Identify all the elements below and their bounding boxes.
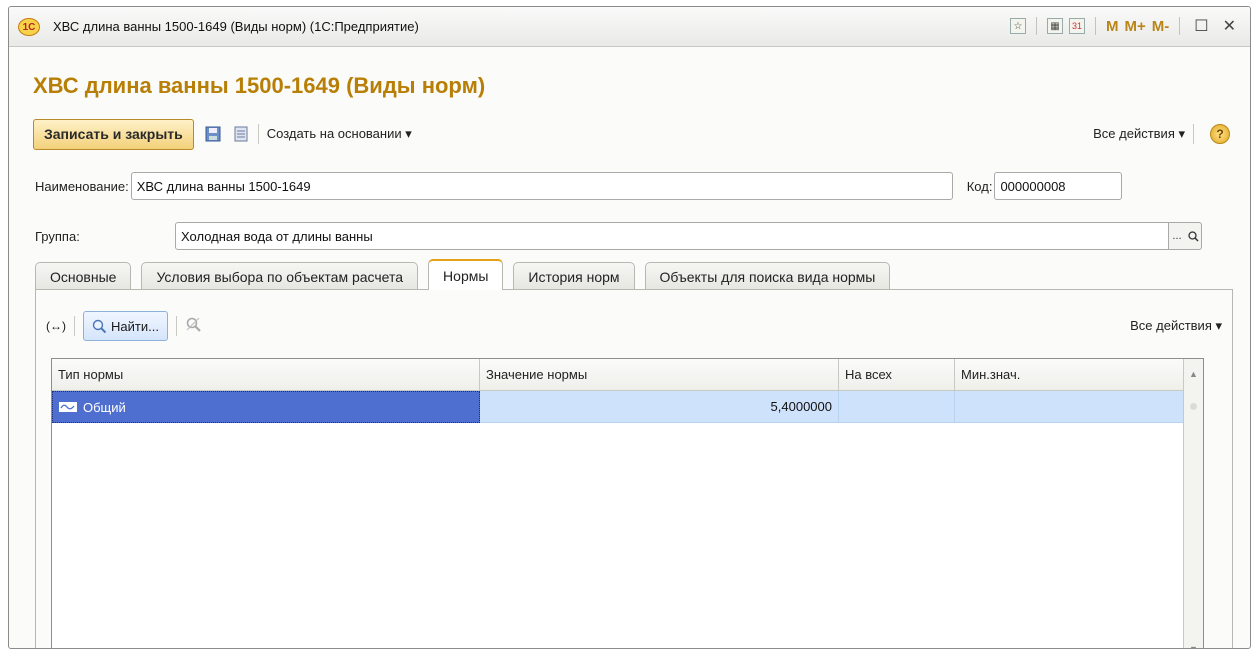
magnifier-icon xyxy=(92,319,107,333)
form-content: ХВС длина ванны 1500-1649 (Виды норм) За… xyxy=(9,48,1250,648)
cell-min-value[interactable] xyxy=(955,391,1184,423)
toolbar-separator xyxy=(74,316,75,336)
cell-norm-value[interactable]: 5,4000000 xyxy=(480,391,839,423)
save-and-close-button[interactable]: Записать и закрыть xyxy=(33,118,194,150)
scroll-down-icon[interactable]: ▼ xyxy=(1189,644,1198,648)
column-header-norm-type[interactable]: Тип нормы xyxy=(52,359,480,390)
table-row[interactable]: Общий 5,4000000 xyxy=(52,391,1203,423)
column-header-norm-value[interactable]: Значение нормы xyxy=(480,359,839,390)
group-row: Группа: Холодная вода от длины ванны ... xyxy=(35,222,1226,250)
app-logo-icon: 1С xyxy=(18,18,40,36)
tab-norms[interactable]: Нормы xyxy=(428,259,504,290)
norms-tab-panel: (↔) Найти... Все действия ▾ Тип нормы Зн… xyxy=(35,289,1233,648)
help-button[interactable]: ? xyxy=(1210,124,1230,144)
cell-for-all[interactable] xyxy=(839,391,955,423)
memory-plus-button[interactable]: M+ xyxy=(1124,18,1145,35)
cancel-search-icon[interactable] xyxy=(185,316,203,337)
tab-bar: Основные Условия выбора по объектам расч… xyxy=(35,259,900,290)
tab-search-objects[interactable]: Объекты для поиска вида нормы xyxy=(644,262,891,290)
scroll-up-icon[interactable]: ▲ xyxy=(1189,369,1198,379)
memory-minus-button[interactable]: M- xyxy=(1152,18,1170,35)
create-based-on-menu[interactable]: Создать на основании ▾ xyxy=(267,126,412,142)
calculator-icon[interactable]: ▦ xyxy=(1046,18,1063,34)
norm-type-value: Общий xyxy=(83,399,126,415)
window-title: ХВС длина ванны 1500-1649 (Виды норм) (1… xyxy=(53,19,419,34)
name-field[interactable]: ХВС длина ванны 1500-1649 xyxy=(130,172,953,200)
save-icon[interactable] xyxy=(204,125,222,143)
tab-selection-conditions[interactable]: Условия выбора по объектам расчета xyxy=(141,262,419,290)
name-row: Наименование: ХВС длина ванны 1500-1649 … xyxy=(35,172,1226,200)
app-window: 1С ХВС длина ванны 1500-1649 (Виды норм)… xyxy=(8,6,1251,649)
form-toolbar: Записать и закрыть Создать на основании … xyxy=(33,118,1230,150)
cell-norm-type[interactable]: Общий xyxy=(52,391,480,423)
group-select-buttons: ... xyxy=(1169,222,1202,250)
calendar-icon[interactable]: 31 xyxy=(1068,18,1085,34)
norms-all-actions-menu[interactable]: Все действия ▾ xyxy=(1130,318,1222,334)
scroll-thumb[interactable] xyxy=(1190,403,1197,410)
title-separator xyxy=(1035,17,1037,35)
toolbar-separator xyxy=(257,124,259,144)
find-button[interactable]: Найти... xyxy=(83,311,168,341)
code-label: Код: xyxy=(966,178,993,194)
column-header-for-all[interactable]: На всех xyxy=(839,359,955,390)
toolbar-separator xyxy=(175,316,177,336)
group-field[interactable]: Холодная вода от длины ванны xyxy=(175,222,1169,250)
vertical-scrollbar[interactable]: ▲ ▼ xyxy=(1183,359,1203,648)
name-label: Наименование: xyxy=(35,178,129,194)
title-separator xyxy=(1094,17,1096,35)
group-select-button[interactable]: ... xyxy=(1169,223,1185,249)
norms-table[interactable]: Тип нормы Значение нормы На всех Мин.зна… xyxy=(51,358,1204,648)
norms-toolbar: (↔) Найти... Все действия ▾ xyxy=(46,310,1222,342)
title-separator xyxy=(1179,17,1181,35)
close-button[interactable]: ✕ xyxy=(1219,16,1240,36)
column-header-min-value[interactable]: Мин.знач. xyxy=(955,359,1184,390)
search-icon[interactable] xyxy=(1185,223,1201,249)
code-field[interactable]: 000000008 xyxy=(994,172,1123,200)
find-button-label: Найти... xyxy=(111,318,159,334)
tab-norm-history[interactable]: История норм xyxy=(513,262,635,290)
list-icon[interactable] xyxy=(232,125,250,143)
toolbar-separator xyxy=(1193,124,1194,144)
table-header: Тип нормы Значение нормы На всех Мин.зна… xyxy=(52,359,1203,391)
maximize-button[interactable]: ☐ xyxy=(1190,16,1212,36)
title-bar: 1С ХВС длина ванны 1500-1649 (Виды норм)… xyxy=(9,7,1250,47)
expand-columns-button[interactable]: (↔) xyxy=(46,319,66,333)
title-bar-controls: ☆ ▦ 31 M M+ M- ☐ ✕ xyxy=(1009,16,1240,36)
all-actions-menu[interactable]: Все действия ▾ xyxy=(1093,126,1185,142)
norm-type-icon xyxy=(59,402,77,412)
favorites-icon[interactable]: ☆ xyxy=(1009,18,1026,34)
tab-main[interactable]: Основные xyxy=(35,262,132,290)
group-label: Группа: xyxy=(35,228,80,244)
memory-button[interactable]: M xyxy=(1106,18,1119,35)
page-title: ХВС длина ванны 1500-1649 (Виды норм) xyxy=(33,73,486,98)
